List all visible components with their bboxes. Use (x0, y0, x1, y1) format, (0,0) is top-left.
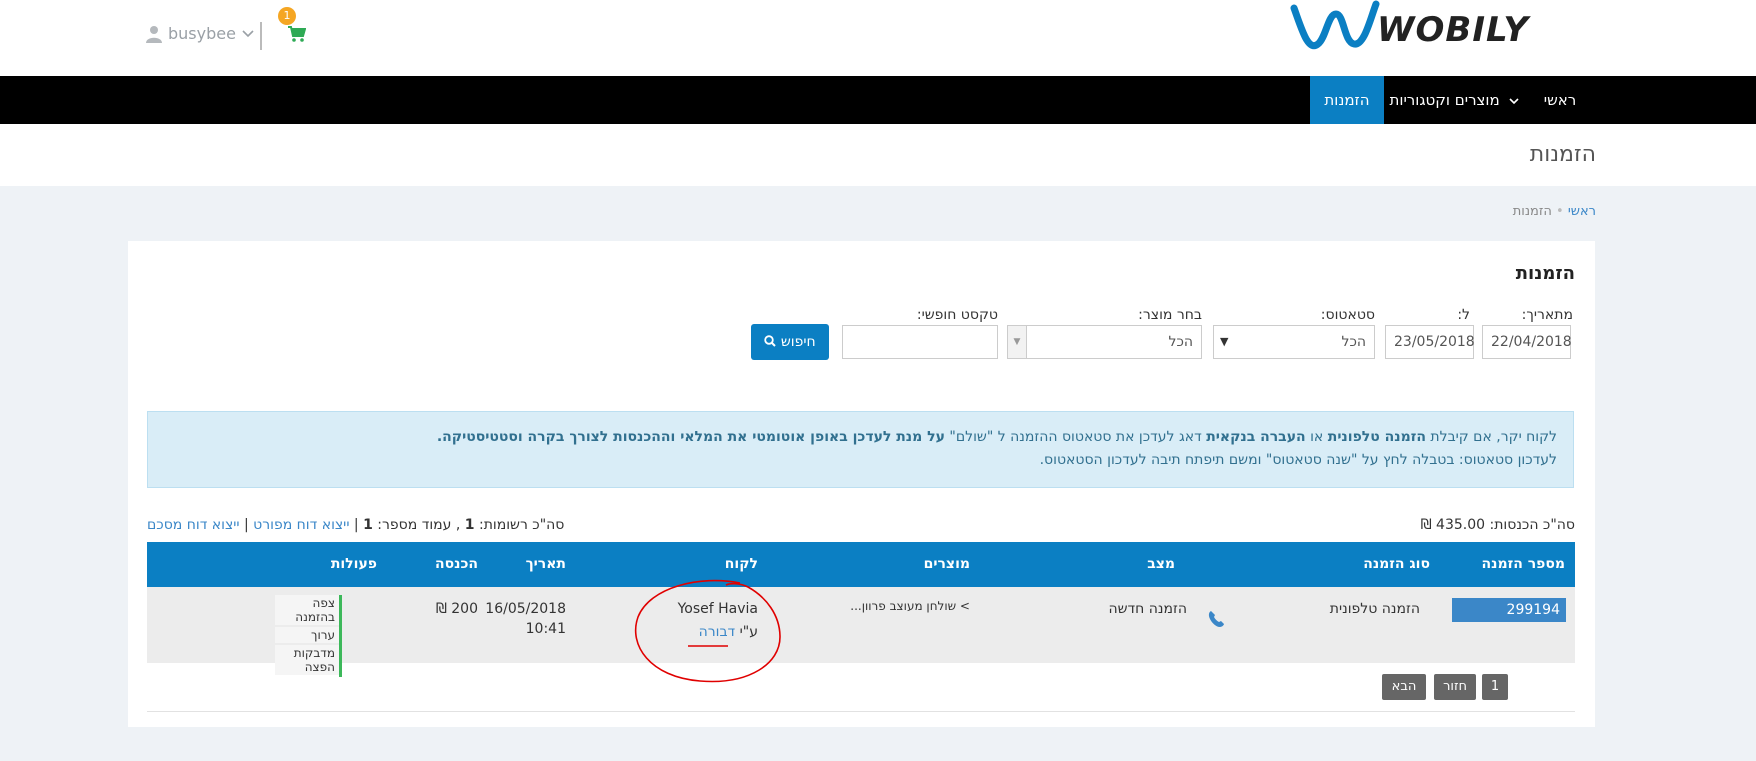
col-income[interactable]: הכנסה (435, 542, 478, 587)
status-select[interactable]: הכל ▼ (1213, 325, 1375, 359)
product-select[interactable]: הכל ▼ (1007, 325, 1202, 359)
orders-card: הזמנות מתאריך: 22/04/2018 ל: 23/05/2018 … (128, 241, 1595, 727)
records-label: סה"כ רשומות: (478, 517, 565, 533)
records-value: 1 (464, 517, 475, 533)
alert-line-1: לקוח יקר, אם קיבלת הזמנה טלפונית או העבר… (164, 426, 1557, 449)
view-order-link[interactable]: צפה בהזמנה (275, 595, 339, 625)
info-alert: לקוח יקר, אם קיבלת הזמנה טלפונית או העבר… (147, 411, 1574, 488)
nav-item-products-label: מוצרים וקטגוריות (1389, 91, 1500, 109)
divider (147, 711, 1575, 712)
from-date-label: מתאריך: (1521, 307, 1573, 323)
logo-text: WOBILY (1377, 10, 1529, 50)
page-value: 1 (363, 517, 373, 533)
edit-order-link[interactable]: ערוך (275, 627, 339, 643)
breadcrumb-current: הזמנות (1512, 204, 1552, 219)
logo-swoosh-icon (1290, 0, 1380, 50)
income-value: 435.00 ₪ (1420, 517, 1486, 533)
breadcrumb: ראשי • הזמנות (1513, 204, 1596, 219)
order-number[interactable]: 299194 (1452, 598, 1566, 622)
order-income: 200 ₪ (435, 601, 478, 617)
search-button-label: חיפוש (780, 334, 816, 350)
select-arrow-icon: ▼ (1220, 335, 1229, 348)
income-label: סה"כ הכנסות: (1489, 517, 1576, 533)
alert-line-2: לעדכון סטאטוס: בטבלה לחץ על "שנה סטאטוס"… (1039, 452, 1557, 468)
to-date-input[interactable]: 23/05/2018 (1385, 325, 1475, 359)
cart-icon[interactable] (288, 26, 306, 42)
order-time-value: 10:41 (525, 621, 566, 637)
separator: | (239, 517, 249, 533)
user-menu[interactable]: busybee (146, 24, 254, 43)
annotation-circle-icon (634, 579, 781, 683)
main-nav: ראשי מוצרים וקטגוריות הזמנות (0, 76, 1756, 124)
order-date-value: 16/05/2018 (485, 601, 566, 617)
col-products[interactable]: מוצרים (924, 542, 970, 587)
alert-bold: העברה בנקאית (1206, 429, 1306, 445)
shipping-labels-link[interactable]: מדבקות הפצה (275, 645, 339, 675)
nav-item-orders[interactable]: הזמנות (1310, 76, 1384, 124)
status-label: סטאטוס: (1320, 307, 1375, 323)
free-text-input[interactable] (842, 325, 998, 359)
card-title: הזמנות (1515, 263, 1575, 284)
col-status[interactable]: מצב (1147, 542, 1175, 587)
col-order-type[interactable]: סוג הזמנה (1363, 542, 1430, 587)
page-label: , עמוד מספר: (377, 517, 461, 533)
actions-cell: צפה בהזמנה ערוך מדבקות הפצה (275, 595, 342, 677)
breadcrumb-home[interactable]: ראשי (1568, 204, 1596, 219)
chevron-down-icon (1508, 98, 1519, 105)
to-date-label: ל: (1457, 307, 1470, 323)
title-bar: הזמנות (0, 124, 1756, 186)
username: busybee (168, 24, 236, 43)
product-label: בחר מוצר: (1138, 307, 1202, 323)
order-status: הזמנה חדשה (1108, 601, 1187, 617)
col-date[interactable]: תאריך (526, 542, 566, 587)
search-button[interactable]: חיפוש (751, 324, 829, 360)
table-row: 299194 הזמנה טלפונית הזמנה חדשה > שולחן … (147, 587, 1575, 677)
free-text-label: טקסט חופשי: (916, 307, 998, 323)
breadcrumb-separator: • (1551, 204, 1564, 219)
logo[interactable]: WOBILY (1290, 0, 1590, 54)
export-detailed-link[interactable]: ייצוא דוח מפורט (253, 517, 349, 533)
nav-item-home[interactable]: ראשי (1530, 76, 1590, 124)
nav-item-products[interactable]: מוצרים וקטגוריות (1384, 76, 1524, 124)
divider (260, 22, 262, 50)
alert-text: לקוח יקר, אם קיבלת (1425, 429, 1557, 445)
select-arrow-icon: ▼ (1008, 326, 1027, 358)
records-summary: סה"כ רשומות: 1 , עמוד מספר: 1 | ייצוא דו… (147, 517, 564, 533)
alert-bold: על מנת לעדכן באופן אוטומטי את המלאי וההכ… (436, 429, 945, 445)
from-date-input[interactable]: 22/04/2018 (1482, 325, 1572, 359)
pager-back-button[interactable]: חזור (1434, 674, 1476, 700)
pager-next-button[interactable]: הבא (1382, 674, 1426, 700)
chevron-down-icon (242, 29, 254, 37)
cart-count-badge: 1 (278, 7, 296, 25)
top-bar: busybee 1 WOBILY (0, 0, 1756, 76)
page-title: הזמנות (1529, 142, 1596, 167)
alert-text: דאג לעדכן את סטאטוס ההזמנה ל "שולם" (944, 429, 1207, 445)
income-summary: סה"כ הכנסות: 435.00 ₪ (1421, 517, 1575, 533)
order-date: 16/05/2018 10:41 (485, 601, 566, 637)
export-summary-link[interactable]: ייצוא דוח מסכם (147, 517, 240, 533)
col-order-no[interactable]: מספר הזמנה (1482, 542, 1565, 587)
phone-icon (1208, 611, 1224, 627)
products-cell: > שולחן מעוצב פרוון... (850, 599, 970, 613)
status-select-value: הכל (1341, 334, 1366, 350)
alert-text: או (1305, 429, 1328, 445)
search-icon (764, 335, 777, 347)
pager-page-button[interactable]: 1 (1482, 674, 1508, 700)
separator: | (349, 517, 359, 533)
product-select-value: הכל (1168, 334, 1193, 350)
table-header: מספר הזמנה סוג הזמנה מצב מוצרים לקוח תאר… (147, 542, 1575, 587)
order-type: הזמנה טלפונית (1329, 601, 1420, 617)
col-actions[interactable]: פעולות (331, 542, 377, 587)
alert-bold: הזמנה טלפונית (1327, 429, 1426, 445)
user-icon (146, 25, 162, 43)
